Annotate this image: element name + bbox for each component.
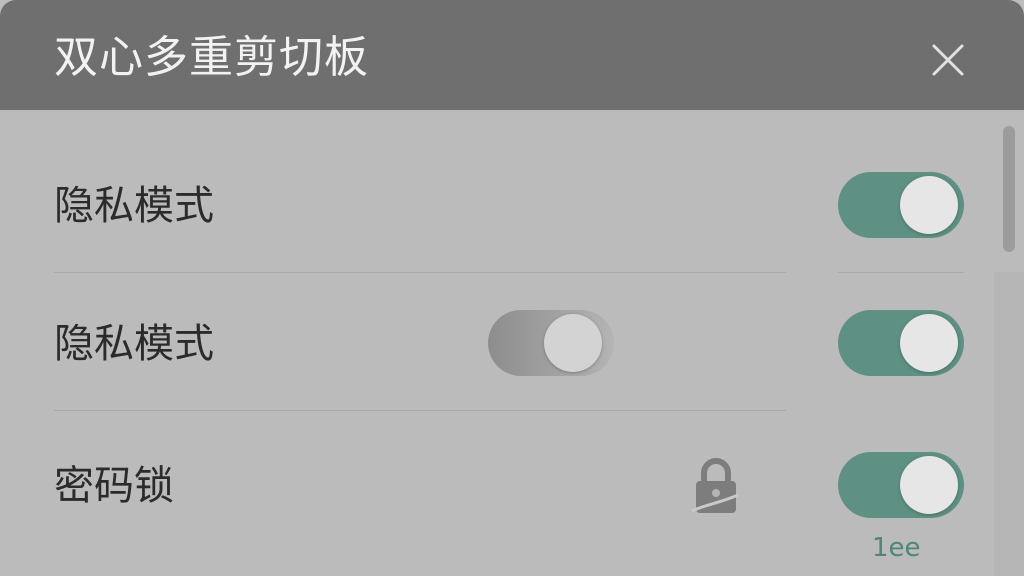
- settings-list: 隐私模式 隐私模式 密码锁 1ee: [0, 110, 1024, 576]
- password-lock-label: 密码锁: [54, 463, 174, 509]
- title-bar: 双心多重剪切板: [0, 0, 1024, 110]
- scrollbar-thumb[interactable]: [1003, 126, 1015, 252]
- settings-window: 双心多重剪切板 隐私模式 隐私模式 密码锁 1ee: [0, 0, 1024, 576]
- toggle-knob: [544, 314, 602, 372]
- lock-icon: [691, 458, 739, 513]
- side-panel: [994, 272, 1024, 576]
- window-title: 双心多重剪切板: [54, 32, 369, 83]
- privacy-mode-secondary-toggle[interactable]: [838, 310, 964, 376]
- toggle-knob: [900, 456, 958, 514]
- privacy-mode-label: 隐私模式: [54, 183, 214, 229]
- close-button[interactable]: [922, 34, 974, 86]
- password-lock-toggle[interactable]: [838, 452, 964, 518]
- privacy-mode-secondary-label: 隐私模式: [54, 321, 214, 367]
- close-icon: [932, 44, 964, 76]
- privacy-mode-inline-toggle[interactable]: [488, 310, 614, 376]
- privacy-mode-toggle[interactable]: [838, 172, 964, 238]
- password-lock-caption: 1ee: [872, 533, 921, 563]
- row-divider: [54, 272, 786, 273]
- toggle-knob: [900, 314, 958, 372]
- row-divider: [54, 410, 786, 411]
- toggle-knob: [900, 176, 958, 234]
- row-divider: [838, 272, 964, 273]
